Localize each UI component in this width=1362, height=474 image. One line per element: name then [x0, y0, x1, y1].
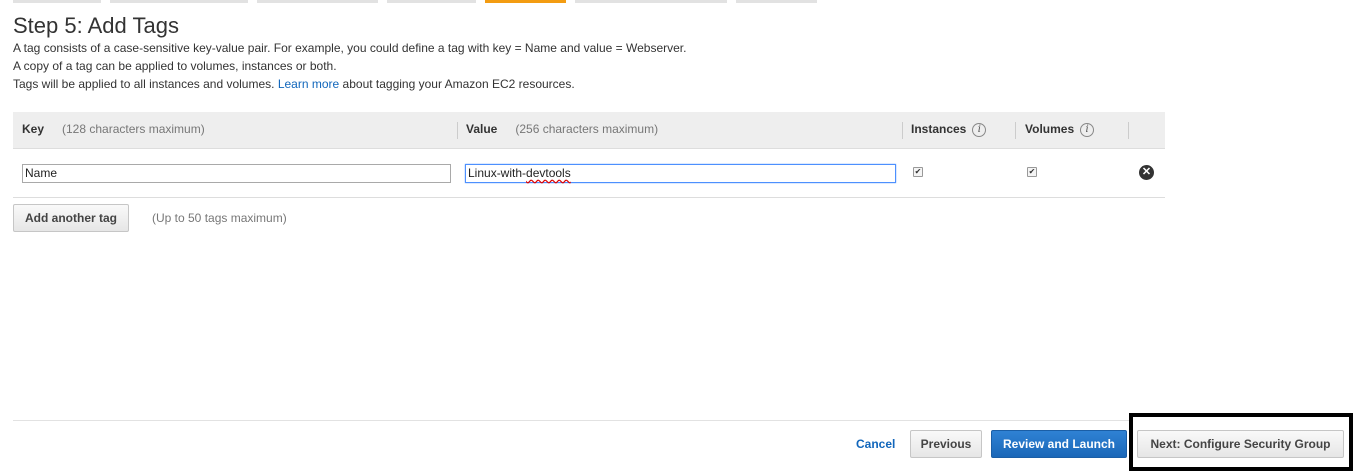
key-column-header: Key (128 characters maximum): [22, 112, 205, 149]
wizard-tab[interactable]: [257, 0, 378, 3]
volumes-header-label: Volumes: [1025, 122, 1075, 136]
key-header-label: Key: [22, 122, 45, 136]
remove-tag-icon[interactable]: ✕: [1139, 165, 1154, 180]
key-header-hint: (128 characters maximum): [62, 122, 205, 136]
info-icon[interactable]: i: [1080, 122, 1095, 137]
description-line-1: A tag consists of a case-sensitive key-v…: [13, 41, 687, 55]
tag-key-input[interactable]: Name: [22, 164, 451, 183]
description-line-3-prefix: Tags will be applied to all instances an…: [13, 77, 275, 91]
value-header-label: Value: [466, 122, 498, 136]
volumes-checkbox[interactable]: ✔: [1027, 167, 1037, 177]
footer-divider: [13, 420, 1129, 421]
review-and-launch-button[interactable]: Review and Launch: [991, 430, 1127, 458]
info-icon[interactable]: i: [972, 122, 987, 137]
wizard-tab[interactable]: [13, 0, 101, 3]
tag-value-text: Linux-with-: [468, 166, 527, 180]
page-title: Step 5: Add Tags: [13, 13, 179, 38]
description-line-3-suffix: about tagging your Amazon EC2 resources.: [342, 77, 575, 91]
highlight-box: [1129, 413, 1353, 471]
description-line-2: A copy of a tag can be applied to volume…: [13, 59, 337, 73]
cancel-link[interactable]: Cancel: [856, 437, 895, 451]
table-row: Name Linux-with-devtools ✔ ✔ ✕: [13, 150, 1165, 198]
column-divider: [1015, 122, 1016, 139]
tags-table-header: Key (128 characters maximum) Value (256 ch…: [13, 112, 1165, 149]
value-column-header: Value (256 characters maximum): [466, 112, 658, 149]
column-divider: [902, 122, 903, 139]
add-another-tag-button[interactable]: Add another tag: [13, 204, 129, 232]
column-divider: [1128, 122, 1129, 139]
wizard-tab-active[interactable]: [485, 0, 566, 3]
instances-header-label: Instances: [911, 122, 967, 136]
previous-button[interactable]: Previous: [910, 430, 982, 458]
instances-column-header: Instances i: [911, 112, 987, 149]
tag-value-misspelled-text: devtools: [526, 166, 571, 180]
volumes-column-header: Volumes i: [1025, 112, 1095, 149]
description-line-3: Tags will be applied to all instances an…: [13, 77, 575, 91]
instances-checkbox[interactable]: ✔: [913, 167, 923, 177]
learn-more-link[interactable]: Learn more: [278, 77, 339, 91]
wizard-tab[interactable]: [387, 0, 476, 3]
value-header-hint: (256 characters maximum): [515, 122, 659, 136]
wizard-tabstrip: [0, 0, 1362, 3]
wizard-tab[interactable]: [575, 0, 727, 3]
add-tag-hint: (Up to 50 tags maximum): [152, 211, 287, 225]
column-divider: [457, 122, 458, 139]
tag-value-input[interactable]: Linux-with-devtools: [465, 164, 896, 183]
wizard-tab[interactable]: [736, 0, 817, 3]
wizard-tab[interactable]: [110, 0, 248, 3]
